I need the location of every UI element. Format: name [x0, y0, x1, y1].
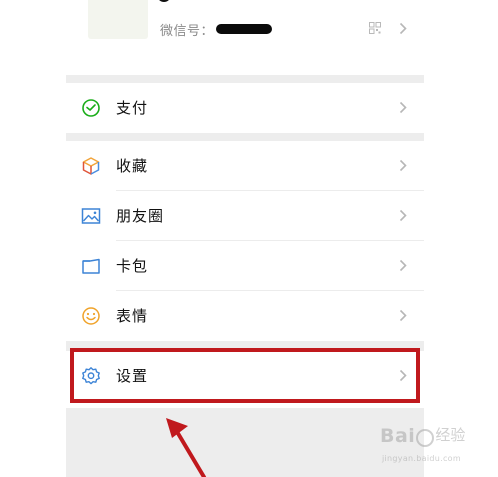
menu-item-favorites[interactable]: 收藏: [66, 141, 424, 191]
wechat-id: 微信号：: [160, 20, 273, 39]
chevron-right-icon: [399, 259, 407, 272]
section-gap: [66, 133, 424, 141]
chevron-right-icon: [399, 209, 407, 222]
smiley-icon: [82, 307, 100, 325]
chevron-right-icon: [399, 309, 407, 322]
menu-item-label: 卡包: [116, 257, 149, 275]
pay-icon: [82, 99, 100, 117]
nickname-redaction: [157, 0, 171, 2]
card-wallet-icon: [82, 258, 100, 274]
baidu-jingyan-watermark: Bai 经验 jingyan.baidu.com: [380, 424, 492, 468]
menu-item-moments[interactable]: 朋友圈: [66, 191, 424, 241]
menu-item-stickers[interactable]: 表情: [66, 291, 424, 341]
wechat-id-redaction: [216, 24, 273, 34]
menu-item-pay[interactable]: 支付: [66, 83, 424, 133]
moments-icon: [81, 208, 101, 224]
wechat-id-label: 微信号：: [160, 23, 215, 39]
menu-item-label: 支付: [116, 99, 149, 117]
qr-code-icon[interactable]: [369, 22, 381, 34]
watermark-url: jingyan.baidu.com: [382, 454, 461, 463]
profile-header[interactable]: 微信号：: [66, 0, 424, 75]
section-gap: [66, 75, 424, 83]
wechat-me-screen: 微信号： 支付 收藏 朋友圈 卡包 表情 设置: [66, 0, 424, 477]
chevron-right-icon: [399, 159, 407, 172]
chevron-right-icon: [399, 101, 407, 114]
avatar[interactable]: [88, 0, 148, 39]
menu-item-card-wallet[interactable]: 卡包: [66, 241, 424, 291]
menu-item-label: 表情: [116, 307, 149, 325]
favorites-icon: [82, 157, 100, 175]
watermark-brand: Bai: [380, 425, 416, 447]
empty-area: [66, 408, 424, 477]
watermark-cn: 经验: [435, 426, 466, 444]
settings-highlight-box: [70, 348, 420, 403]
chevron-right-icon: [399, 22, 407, 35]
paw-icon: [416, 428, 435, 447]
menu-item-label: 收藏: [116, 157, 149, 175]
menu-item-label: 朋友圈: [116, 207, 165, 225]
red-arrow-annotation: [166, 418, 206, 477]
